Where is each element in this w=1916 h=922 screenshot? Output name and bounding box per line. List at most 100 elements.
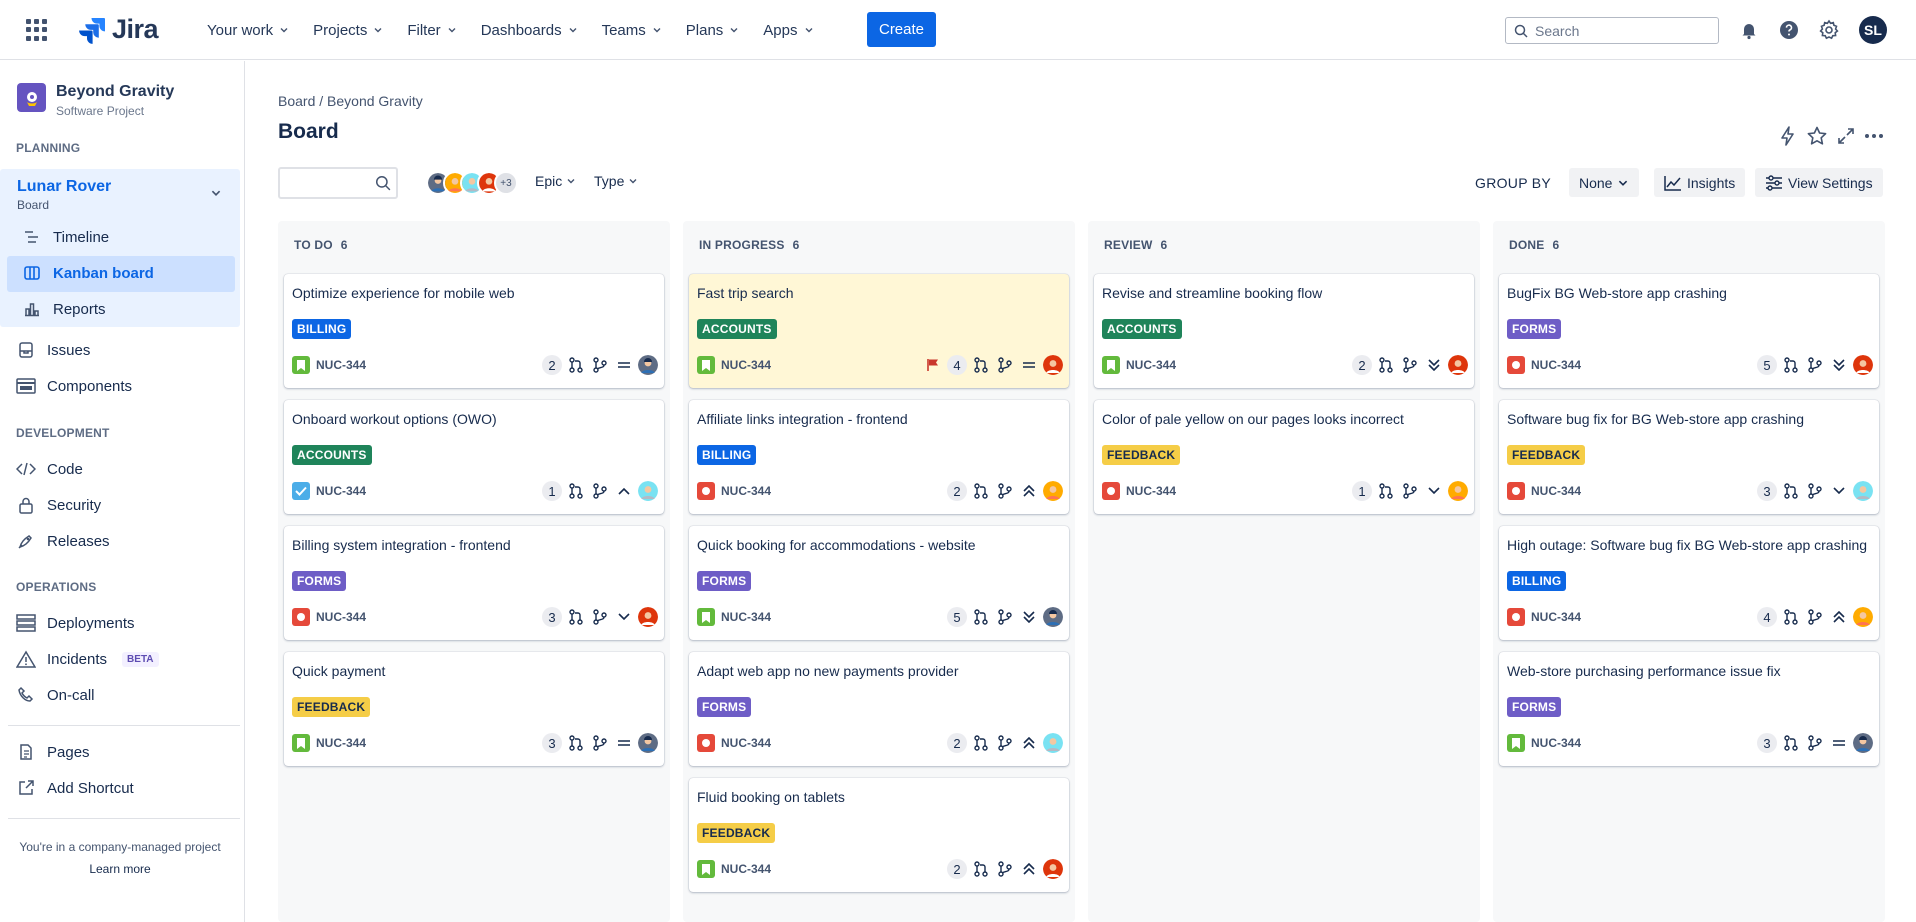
type-filter-dropdown[interactable]: Type — [594, 173, 638, 189]
help-icon[interactable] — [1778, 19, 1800, 41]
assignee-avatar[interactable] — [1853, 607, 1873, 627]
pull-request-icon[interactable] — [1781, 355, 1801, 375]
pull-request-icon[interactable] — [1781, 481, 1801, 501]
issue-key[interactable]: NUC-344 — [721, 358, 771, 372]
pull-request-icon[interactable] — [1781, 733, 1801, 753]
gear-icon[interactable] — [1818, 19, 1840, 41]
branch-icon[interactable] — [995, 859, 1015, 879]
lightning-icon[interactable] — [1777, 125, 1799, 147]
insights-button[interactable]: Insights — [1654, 168, 1746, 197]
sidebar-item-on-call[interactable]: On-call — [16, 678, 236, 712]
assignee-avatar[interactable] — [1853, 355, 1873, 375]
branch-icon[interactable] — [590, 481, 610, 501]
more-avatars-badge[interactable]: +3 — [494, 171, 518, 195]
assignee-avatars[interactable]: +3 — [426, 171, 518, 195]
issue-key[interactable]: NUC-344 — [1531, 610, 1581, 624]
assignee-avatar[interactable] — [1043, 607, 1063, 627]
assignee-avatar[interactable] — [1853, 733, 1873, 753]
sidebar-item-pages[interactable]: Pages — [16, 735, 236, 769]
assignee-avatar[interactable] — [1448, 481, 1468, 501]
issue-card[interactable]: High outage: Software bug fix BG Web-sto… — [1499, 526, 1879, 640]
project-header[interactable]: Beyond Gravity Software Project — [17, 83, 174, 118]
branch-icon[interactable] — [1805, 607, 1825, 627]
pull-request-icon[interactable] — [971, 733, 991, 753]
create-button[interactable]: Create — [867, 12, 936, 47]
nav-apps[interactable]: Apps — [751, 12, 825, 48]
breadcrumb[interactable]: Board / Beyond Gravity — [278, 93, 423, 109]
column-header[interactable]: DONE 6 — [1509, 238, 1559, 252]
issue-key[interactable]: NUC-344 — [316, 610, 366, 624]
pull-request-icon[interactable] — [566, 733, 586, 753]
branch-icon[interactable] — [1400, 481, 1420, 501]
issue-card[interactable]: Web-store purchasing performance issue f… — [1499, 652, 1879, 766]
pull-request-icon[interactable] — [566, 607, 586, 627]
issue-card[interactable]: Adapt web app no new payments provider FO… — [689, 652, 1069, 766]
issue-card[interactable]: Quick booking for accommodations - websi… — [689, 526, 1069, 640]
branch-icon[interactable] — [995, 481, 1015, 501]
issue-key[interactable]: NUC-344 — [721, 736, 771, 750]
issue-card[interactable]: Software bug fix for BG Web-store app cr… — [1499, 400, 1879, 514]
sidebar-item-timeline[interactable]: Timeline — [22, 220, 234, 254]
sidebar-item-components[interactable]: Components — [16, 369, 236, 403]
nav-projects[interactable]: Projects — [301, 12, 395, 48]
nav-dashboards[interactable]: Dashboards — [469, 12, 590, 48]
pull-request-icon[interactable] — [1376, 355, 1396, 375]
board-name[interactable]: Lunar Rover — [17, 178, 111, 196]
issue-card[interactable]: Fluid booking on tablets FEEDBACK NUC-344 2 — [689, 778, 1069, 892]
assignee-avatar[interactable] — [1043, 355, 1063, 375]
pull-request-icon[interactable] — [1781, 607, 1801, 627]
pull-request-icon[interactable] — [971, 355, 991, 375]
user-avatar[interactable]: SL — [1859, 16, 1887, 44]
nav-plans[interactable]: Plans — [674, 12, 752, 48]
branch-icon[interactable] — [995, 607, 1015, 627]
column-header[interactable]: IN PROGRESS 6 — [699, 238, 799, 252]
sidebar-item-security[interactable]: Security — [16, 488, 236, 522]
pull-request-icon[interactable] — [1376, 481, 1396, 501]
nav-teams[interactable]: Teams — [590, 12, 674, 48]
branch-icon[interactable] — [1805, 481, 1825, 501]
issue-key[interactable]: NUC-344 — [316, 358, 366, 372]
column-header[interactable]: TO DO 6 — [294, 238, 348, 252]
issue-key[interactable]: NUC-344 — [721, 862, 771, 876]
assignee-avatar[interactable] — [638, 733, 658, 753]
branch-icon[interactable] — [995, 733, 1015, 753]
assignee-avatar[interactable] — [1043, 859, 1063, 879]
expand-icon[interactable] — [1835, 125, 1857, 147]
sidebar-item-releases[interactable]: Releases — [16, 524, 236, 558]
assignee-avatar[interactable] — [1853, 481, 1873, 501]
issue-card[interactable]: Color of pale yellow on our pages looks … — [1094, 400, 1474, 514]
issue-key[interactable]: NUC-344 — [1531, 358, 1581, 372]
nav-your-work[interactable]: Your work — [195, 12, 301, 48]
branch-icon[interactable] — [1400, 355, 1420, 375]
assignee-avatar[interactable] — [1043, 733, 1063, 753]
star-icon[interactable] — [1806, 125, 1828, 147]
board-search-input[interactable] — [278, 167, 398, 199]
branch-icon[interactable] — [590, 733, 610, 753]
sidebar-item-code[interactable]: Code — [16, 452, 236, 486]
branch-icon[interactable] — [590, 607, 610, 627]
issue-key[interactable]: NUC-344 — [721, 484, 771, 498]
app-switcher-icon[interactable] — [26, 19, 48, 41]
column-header[interactable]: REVIEW 6 — [1104, 238, 1167, 252]
issue-card[interactable]: Quick payment FEEDBACK NUC-344 3 — [284, 652, 664, 766]
issue-card[interactable]: Affiliate links integration - frontend BI… — [689, 400, 1069, 514]
view-settings-button[interactable]: View Settings — [1755, 168, 1883, 197]
issue-card[interactable]: Billing system integration - frontend FOR… — [284, 526, 664, 640]
sidebar-item-add-shortcut[interactable]: Add Shortcut — [16, 771, 236, 805]
search-input[interactable] — [1535, 22, 1705, 39]
issue-key[interactable]: NUC-344 — [316, 736, 366, 750]
branch-icon[interactable] — [995, 355, 1015, 375]
pull-request-icon[interactable] — [566, 355, 586, 375]
group-by-dropdown[interactable]: None — [1569, 168, 1640, 197]
issue-card[interactable]: BugFix BG Web-store app crashing FORMS NUC… — [1499, 274, 1879, 388]
branch-icon[interactable] — [1805, 355, 1825, 375]
sidebar-item-issues[interactable]: Issues — [16, 333, 236, 367]
global-search[interactable] — [1505, 17, 1719, 44]
pull-request-icon[interactable] — [566, 481, 586, 501]
sidebar-item-reports[interactable]: Reports — [22, 292, 234, 326]
sidebar-item-kanban-board[interactable]: Kanban board — [22, 256, 234, 290]
pull-request-icon[interactable] — [971, 859, 991, 879]
issue-key[interactable]: NUC-344 — [316, 484, 366, 498]
issue-card[interactable]: Optimize experience for mobile web BILLIN… — [284, 274, 664, 388]
assignee-avatar[interactable] — [638, 481, 658, 501]
